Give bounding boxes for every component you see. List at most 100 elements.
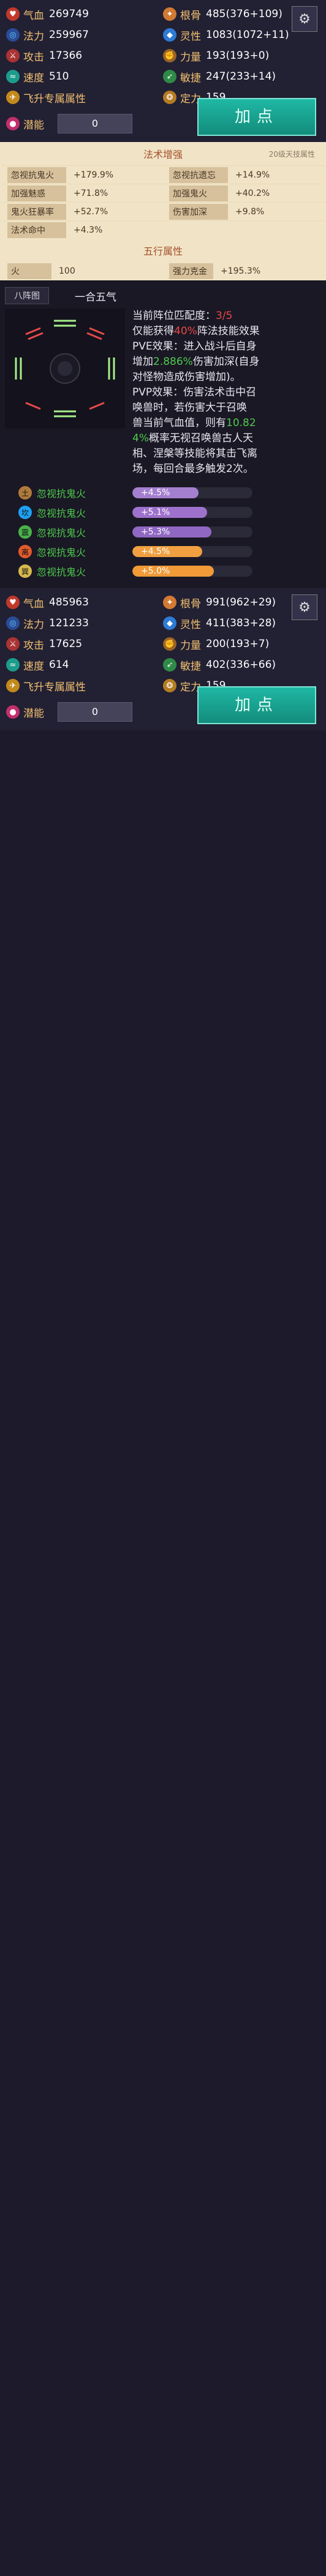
formation-desc-line: 唤兽时，若伤害大于召唤: [132, 400, 321, 416]
element-badge-icon: 土: [18, 486, 32, 500]
minjie-label: 敏捷: [180, 72, 201, 84]
lingxing-value: 1083(1072+11): [206, 29, 289, 41]
sword-icon: ⚔: [6, 637, 20, 651]
formation-desc-text: PVE效果：进入战斗后自身: [132, 340, 257, 353]
heart-icon: ♥: [6, 7, 20, 21]
mana-value: 259967: [49, 29, 89, 41]
formation-desc-highlight: 4%: [132, 432, 149, 444]
strength-icon: ✊: [163, 637, 176, 651]
formation-bar-label: 忽视抗鬼火: [37, 566, 86, 578]
spell-bonus-cell: 鬼火狂暴率 +52.7%: [1, 202, 163, 220]
agility-icon: ➶: [163, 658, 176, 672]
formation-desc-text: 相、涅槃等技能将其击飞离: [132, 447, 257, 460]
spell-bonus-cell: 伤害加深 +9.8%: [163, 202, 325, 220]
formation-bar-value: +5.0%: [141, 566, 170, 576]
spell-bonus-cell: 加强魅惑 +71.8%: [1, 184, 163, 202]
formation-desc-line: 场，每回合最多触发2次。: [132, 462, 321, 477]
formation-desc-line: PVE效果：进入战斗后自身: [132, 339, 321, 354]
element-metal-value: +195.3%: [221, 266, 261, 276]
formation-desc-line: 当前阵位匹配度：3/5: [132, 309, 321, 324]
gear-icon: ⚙: [298, 11, 311, 27]
spell-bonus-label: 法术命中: [7, 222, 66, 238]
stats-panel: ⚙ ♥ 气血 269749 ✦ 根骨 485(376+109) ◎ 法力 259967 ◆ 灵…: [0, 0, 326, 142]
formation-desc-text: PVP效果：伤害法术击中召: [132, 386, 257, 399]
settings-button-2[interactable]: ⚙: [292, 594, 317, 620]
mana-value-2: 121233: [49, 617, 89, 629]
formation-name: 一合五气: [75, 291, 116, 304]
speed-value: 510: [49, 70, 69, 83]
potential-icon: ●: [6, 117, 20, 130]
spirit-icon: ◆: [163, 616, 176, 630]
formation-card: 八阵图 一合五气 当前阵位匹配度：3/5 仅能获得40%阵法技能效果 PVE效果…: [0, 280, 326, 588]
gear-icon: ⚙: [298, 599, 311, 615]
formation-desc-text: 场，每回合最多触发2次。: [132, 463, 254, 475]
liliang-value-2: 200(193+7): [206, 638, 270, 650]
spirit-icon: ◆: [163, 28, 176, 42]
formation-bar-row: 坎忽视抗鬼火 +5.1%: [5, 503, 321, 522]
formation-desc-text: 对怪物造成伤害增加)。: [132, 371, 241, 383]
spell-bonus-value: +179.9%: [74, 170, 114, 180]
minjie-value-2: 402(336+66): [206, 659, 276, 671]
bone-icon: ✦: [163, 596, 176, 609]
formation-desc-text: 当前阵位匹配度：: [132, 310, 216, 322]
settings-button[interactable]: ⚙: [292, 6, 317, 32]
potential-label-2: 潜能: [23, 707, 44, 720]
sword-icon: ⚔: [6, 49, 20, 62]
spell-bonus-heading: 法术增强: [143, 149, 183, 160]
formation-bar-value: +5.3%: [141, 527, 170, 537]
formation-tag[interactable]: 八阵图: [5, 287, 49, 304]
agility-icon: ➶: [163, 70, 176, 83]
formation-desc-text: 增加: [132, 356, 153, 368]
formation-diagram: [5, 309, 125, 429]
formation-bar-value: +5.1%: [141, 507, 170, 517]
formation-bar-track: +5.3%: [132, 526, 252, 537]
gengu-label: 根骨: [180, 9, 201, 22]
bone-icon: ✦: [163, 7, 176, 21]
mana-label-2: 法力: [23, 618, 44, 631]
liliang-label: 力量: [180, 51, 201, 64]
potential-value: 0: [58, 114, 132, 133]
formation-bar-row: 离忽视抗鬼火 +4.5%: [5, 542, 321, 561]
speed-label-2: 速度: [23, 660, 44, 673]
formation-bar-row: 土忽视抗鬼火 +4.5%: [5, 483, 321, 503]
add-points-button[interactable]: 加点: [197, 98, 316, 136]
formation-bar-track: +4.5%: [132, 546, 252, 557]
spell-bonus-cell: 忽视抗遗忘 +14.9%: [163, 165, 325, 184]
minjie-value: 247(233+14): [206, 70, 276, 83]
stats-panel-2: ⚙ ♥ 气血 485963 ✦ 根骨 991(962+29) ◎ 法力 121233 ◆ 灵性…: [0, 588, 326, 730]
spell-bonus-label: 伤害加深: [169, 203, 228, 220]
potential-icon: ●: [6, 705, 20, 719]
spell-bonus-label: 忽视抗鬼火: [7, 167, 66, 183]
speed-value-2: 614: [49, 659, 69, 671]
spell-bonus-label: 加强鬼火: [169, 185, 228, 201]
bagua-diagram: [5, 309, 125, 429]
attack-value: 17366: [49, 50, 83, 62]
spell-bonus-value: +4.3%: [74, 225, 103, 235]
attack-value-2: 17625: [49, 638, 83, 650]
minjie-label-2: 敏捷: [180, 660, 201, 673]
formation-bar-row: 巽忽视抗鬼火 +5.0%: [5, 561, 321, 581]
formation-desc-line: 相、涅槃等技能将其击飞离: [132, 446, 321, 462]
element-metal-label: 强力克金: [169, 263, 213, 279]
spell-bonus-note: 20级天技属性: [268, 149, 315, 159]
gengu-label-2: 根骨: [180, 597, 201, 610]
formation-bar-label: 忽视抗鬼火: [37, 527, 86, 539]
formation-desc-line: 对怪物造成伤害增加)。: [132, 370, 321, 385]
hp-value: 269749: [49, 8, 89, 20]
ascend-icon: ✈: [6, 91, 20, 104]
element-badge-icon: 震: [18, 525, 32, 539]
attack-label: 攻击: [23, 51, 44, 64]
formation-desc-line: 兽当前气血值，则有10.82: [132, 416, 321, 431]
formation-desc-highlight: 3/5: [216, 310, 233, 322]
formation-bar-track: +5.1%: [132, 507, 252, 518]
add-points-button-2[interactable]: 加点: [197, 686, 316, 724]
mana-label: 法力: [23, 30, 44, 43]
lingxing-label-2: 灵性: [180, 618, 201, 631]
formation-bar-value: +4.5%: [141, 547, 170, 556]
formation-bar-value: +4.5%: [141, 488, 170, 498]
formation-desc-highlight: 2.886%: [153, 356, 193, 368]
liliang-label-2: 力量: [180, 639, 201, 652]
liliang-value: 193(193+0): [206, 50, 270, 62]
spell-bonus-value: +14.9%: [235, 170, 270, 180]
mana-icon: ◎: [6, 616, 20, 630]
